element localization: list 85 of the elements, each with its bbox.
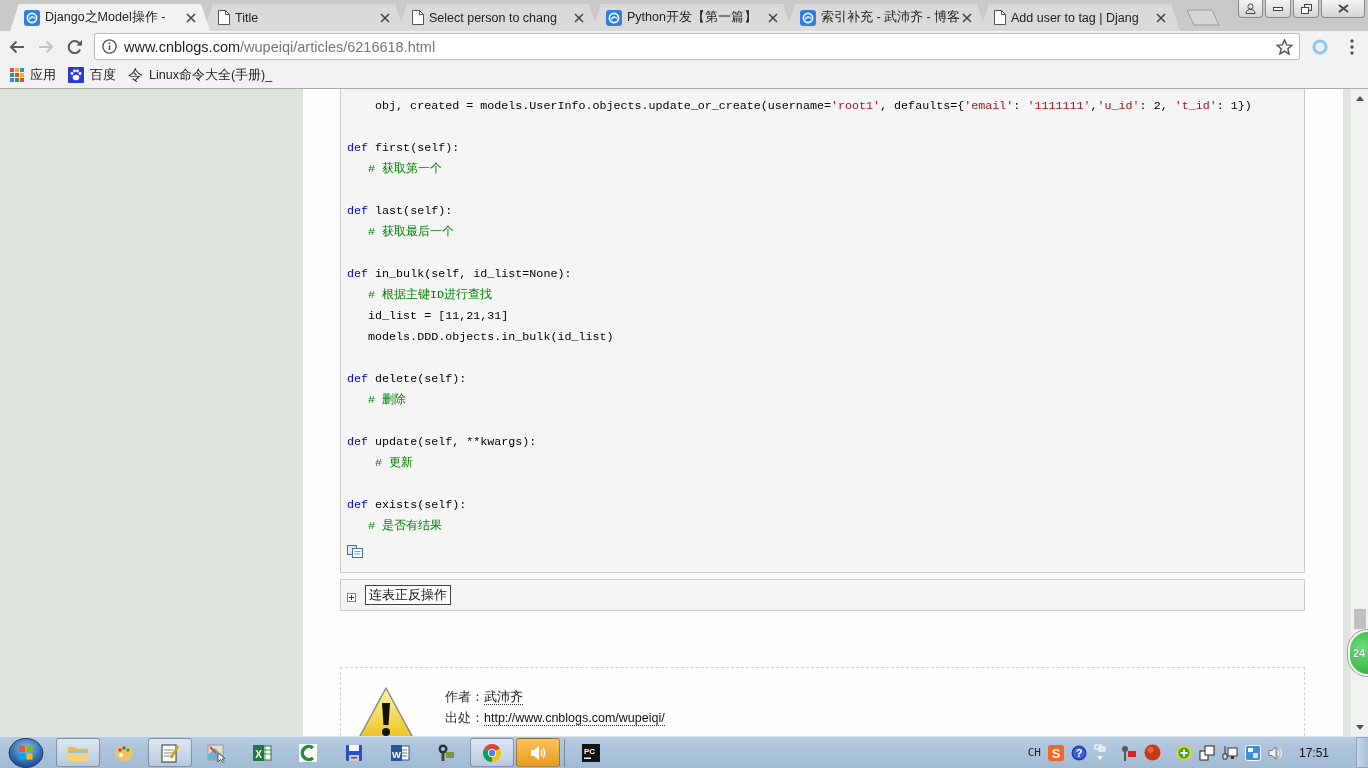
color-wheel-icon bbox=[482, 742, 502, 763]
author-link[interactable]: 武沛齐 bbox=[484, 690, 523, 705]
bookmark-item[interactable]: 令 Linux命令大全(手册)_ bbox=[128, 66, 273, 84]
code-line: def update(self, **kwargs): bbox=[347, 434, 538, 451]
expand-icon[interactable] bbox=[347, 593, 356, 602]
author-line: 作者：武沛齐 bbox=[445, 689, 524, 707]
circle-logo-icon bbox=[800, 9, 816, 26]
orb-icon bbox=[6, 737, 46, 768]
scrollbar[interactable] bbox=[1350, 89, 1368, 736]
code-line: # 更新 bbox=[374, 455, 415, 472]
code-line: def last(self): bbox=[347, 203, 454, 220]
paw-icon bbox=[68, 67, 84, 83]
code-line: # 删除 bbox=[367, 392, 408, 409]
star-icon[interactable] bbox=[1276, 38, 1293, 55]
close-icon[interactable] bbox=[768, 12, 778, 23]
notepad-icon bbox=[160, 742, 180, 763]
close-window-button[interactable] bbox=[1321, 0, 1365, 18]
close-icon[interactable] bbox=[1156, 12, 1166, 23]
code-line: def in_bulk(self, id_list=None): bbox=[347, 266, 573, 283]
c-shape-icon bbox=[298, 742, 318, 763]
document-icon bbox=[412, 10, 424, 25]
taskbar-button[interactable]: W bbox=[378, 738, 422, 767]
taskbar-button[interactable]: X bbox=[240, 738, 284, 767]
stacked-windows-icon[interactable] bbox=[1198, 744, 1215, 761]
close-icon[interactable] bbox=[962, 12, 972, 23]
code-line: def exists(self): bbox=[347, 497, 468, 514]
browser-tab[interactable]: Add user to tag | Djang bbox=[980, 4, 1180, 31]
copy-icon[interactable] bbox=[347, 545, 363, 558]
source-link[interactable]: http://www.cnblogs.com/wupeiqi/ bbox=[484, 711, 665, 726]
code-line: # 获取第一个 bbox=[367, 161, 444, 178]
back-icon[interactable] bbox=[9, 39, 25, 54]
circle-logo-icon bbox=[24, 9, 40, 26]
plus-circle-icon[interactable] bbox=[1175, 744, 1192, 761]
document-icon bbox=[994, 10, 1006, 25]
scrollbar-thumb[interactable] bbox=[1353, 609, 1366, 629]
speaker-icon bbox=[529, 743, 547, 762]
picture-cursor-icon bbox=[206, 742, 226, 763]
taskbar-button[interactable] bbox=[516, 738, 560, 767]
minimize-button[interactable] bbox=[1265, 0, 1291, 18]
network-icon[interactable] bbox=[1221, 744, 1238, 761]
language-indicator[interactable]: CH bbox=[1027, 746, 1041, 759]
taskbar-button[interactable] bbox=[148, 738, 192, 767]
help-icon[interactable]: ? bbox=[1070, 744, 1087, 761]
author-line: 出处：http://www.cnblogs.com/wupeiqi/ bbox=[445, 710, 665, 728]
code-line: def delete(self): bbox=[347, 371, 468, 388]
code-line: models.DDD.objects.in_bulk(id_list) bbox=[367, 329, 615, 346]
pc-tile-icon: PC bbox=[581, 742, 601, 763]
code-line: # 根据主键ID进行查找 bbox=[367, 287, 494, 304]
document-icon bbox=[218, 10, 230, 25]
palette-icon bbox=[114, 742, 134, 763]
code-line: # 获取最后一个 bbox=[367, 224, 456, 241]
circle-icon[interactable] bbox=[1143, 744, 1161, 761]
grid-icon bbox=[10, 68, 24, 82]
user-button[interactable] bbox=[1238, 0, 1263, 18]
info-icon[interactable] bbox=[102, 39, 117, 54]
taskbar-button[interactable]: PC bbox=[569, 738, 613, 767]
input-method-icon[interactable] bbox=[1244, 744, 1261, 761]
address-field[interactable]: www.cnblogs.com/wupeiqi/articles/6216618.html bbox=[94, 33, 1300, 60]
close-icon[interactable] bbox=[380, 12, 390, 23]
bookmark-item[interactable]: 百度 bbox=[68, 66, 116, 84]
camera-icon bbox=[436, 742, 456, 763]
close-icon bbox=[1337, 4, 1349, 13]
code-line: obj, created = models.UserInfo.objects.update_or_create(username='root1', defaults={'email': '1111111','u_id': 2, 't_id': 1}) bbox=[374, 98, 1253, 115]
person-icon bbox=[1245, 3, 1256, 14]
close-icon[interactable] bbox=[186, 12, 196, 23]
volume-icon[interactable] bbox=[1267, 744, 1284, 761]
browser-tab[interactable]: Django之Model操作 - bbox=[10, 4, 210, 31]
menu-icon[interactable] bbox=[1350, 38, 1354, 55]
scroll-up-icon[interactable] bbox=[1355, 96, 1364, 101]
code-line: # 是否有结果 bbox=[367, 518, 444, 535]
character-icon: 令 bbox=[128, 67, 143, 83]
clock-text[interactable]: 17:51 bbox=[1298, 745, 1329, 760]
section-title-button[interactable]: 连表正反操作 bbox=[365, 585, 451, 605]
scroll-down-icon[interactable] bbox=[1355, 725, 1364, 730]
code-line: def first(self): bbox=[347, 140, 461, 157]
taskbar-button[interactable] bbox=[470, 738, 514, 767]
bookmark-item[interactable]: 应用 bbox=[10, 66, 56, 84]
restore-icon bbox=[1300, 3, 1312, 14]
restore-button[interactable] bbox=[1293, 0, 1319, 18]
minimize-icon bbox=[1273, 6, 1283, 11]
reload-icon[interactable] bbox=[67, 38, 83, 55]
close-icon[interactable] bbox=[574, 12, 584, 23]
code-line: id_list = [11,21,31] bbox=[367, 308, 510, 325]
pin-flag-icon[interactable] bbox=[1120, 744, 1137, 761]
circle-logo-icon bbox=[606, 9, 622, 26]
